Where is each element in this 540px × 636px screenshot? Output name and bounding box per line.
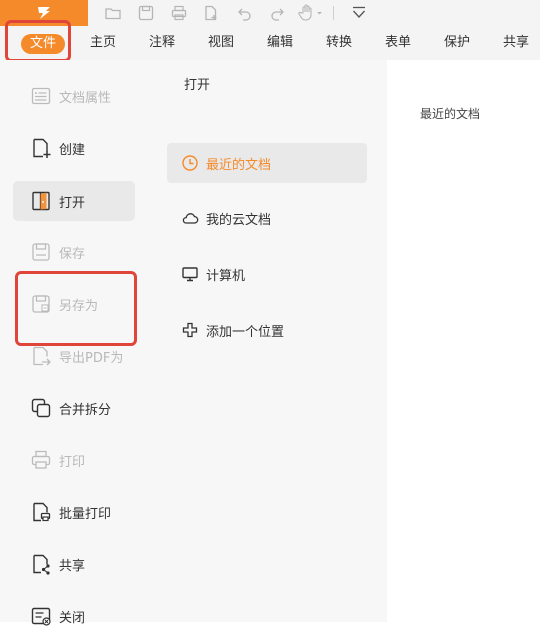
save-icon[interactable]	[137, 4, 155, 22]
merge-split-icon	[30, 397, 52, 419]
menu-item-label: 合并拆分	[59, 402, 112, 418]
menu-item-open[interactable]: 打开	[13, 181, 135, 221]
location-label: 添加一个位置	[206, 324, 285, 340]
menu-item-label: 保存	[59, 246, 86, 262]
open-folder-icon[interactable]	[104, 4, 122, 22]
export-pdf-icon	[30, 345, 52, 367]
menu-item-create[interactable]: 创建	[13, 128, 135, 168]
tab-form[interactable]: 表单	[385, 26, 411, 60]
menu-item-label: 打开	[59, 195, 86, 211]
menu-item-merge-split[interactable]: 合并拆分	[13, 388, 135, 428]
print-icon[interactable]	[170, 4, 188, 22]
location-my-cloud-documents[interactable]: 我的云文档	[167, 198, 367, 238]
plus-icon	[181, 321, 199, 339]
tab-annotate[interactable]: 注释	[149, 26, 175, 60]
close-icon	[30, 605, 52, 627]
menu-item-document-properties[interactable]: 文档属性	[13, 76, 135, 116]
location-label: 计算机	[206, 268, 246, 284]
hand-tool-icon[interactable]	[298, 4, 324, 22]
location-add-place[interactable]: 添加一个位置	[167, 310, 367, 350]
menu-item-export-pdf[interactable]: 导出PDF为	[13, 336, 135, 376]
menu-item-label: 另存为	[59, 298, 99, 314]
menu-item-label: 打印	[59, 454, 86, 470]
document-properties-icon	[30, 85, 52, 107]
computer-icon	[181, 265, 199, 283]
app-logo-icon	[38, 7, 50, 19]
open-icon	[30, 190, 52, 212]
toolbar-divider	[333, 6, 334, 20]
customize-dropdown-icon[interactable]	[350, 4, 368, 22]
file-menu: 文档属性 创建 打开 保存 另存为 导出PDF为 合并拆分 打印 批量打印 共享…	[0, 60, 151, 626]
menu-item-label: 创建	[59, 142, 86, 158]
cloud-icon	[181, 209, 199, 227]
undo-icon[interactable]	[236, 4, 254, 22]
location-label: 最近的文档	[206, 157, 272, 173]
batch-print-icon	[30, 501, 52, 523]
recent-documents-area: 最近的文档	[387, 60, 540, 622]
menu-item-share[interactable]: 共享	[13, 544, 135, 584]
redo-icon[interactable]	[268, 4, 286, 22]
tab-edit[interactable]: 编辑	[267, 26, 293, 60]
menu-item-label: 导出PDF为	[59, 350, 124, 366]
menu-item-label: 关闭	[59, 610, 86, 626]
share-icon	[30, 553, 52, 575]
menu-item-label: 文档属性	[59, 90, 112, 106]
tab-share[interactable]: 共享	[503, 26, 529, 60]
menu-item-close[interactable]: 关闭	[13, 596, 135, 636]
tab-view[interactable]: 视图	[208, 26, 234, 60]
tab-convert[interactable]: 转换	[326, 26, 352, 60]
location-computer[interactable]: 计算机	[167, 254, 367, 294]
menu-item-label: 共享	[59, 558, 86, 574]
save-icon	[30, 241, 52, 263]
clock-icon	[181, 154, 199, 172]
recent-documents-heading: 最近的文档	[420, 107, 481, 121]
ribbon-tab-bar: 文件 主页 注释 视图 编辑 转换 表单 保护 共享	[0, 26, 540, 60]
location-recent-documents[interactable]: 最近的文档	[167, 143, 367, 183]
app-logo[interactable]	[0, 0, 88, 26]
location-label: 我的云文档	[206, 212, 272, 228]
menu-item-print[interactable]: 打印	[13, 440, 135, 480]
tab-file[interactable]: 文件	[21, 34, 66, 54]
tab-home[interactable]: 主页	[90, 26, 116, 60]
menu-item-batch-print[interactable]: 批量打印	[13, 492, 135, 532]
panel-title: 打开	[184, 78, 211, 93]
menu-item-label: 批量打印	[59, 506, 112, 522]
create-icon	[30, 137, 52, 159]
new-document-icon[interactable]	[202, 4, 220, 22]
save-as-icon	[30, 293, 52, 315]
tab-protect[interactable]: 保护	[444, 26, 470, 60]
menu-item-save-as[interactable]: 另存为	[13, 284, 135, 324]
print-icon	[30, 449, 52, 471]
open-locations-panel: 打开 最近的文档 我的云文档 计算机 添加一个位置	[151, 60, 387, 622]
title-bar	[0, 0, 540, 26]
menu-item-save[interactable]: 保存	[13, 232, 135, 272]
